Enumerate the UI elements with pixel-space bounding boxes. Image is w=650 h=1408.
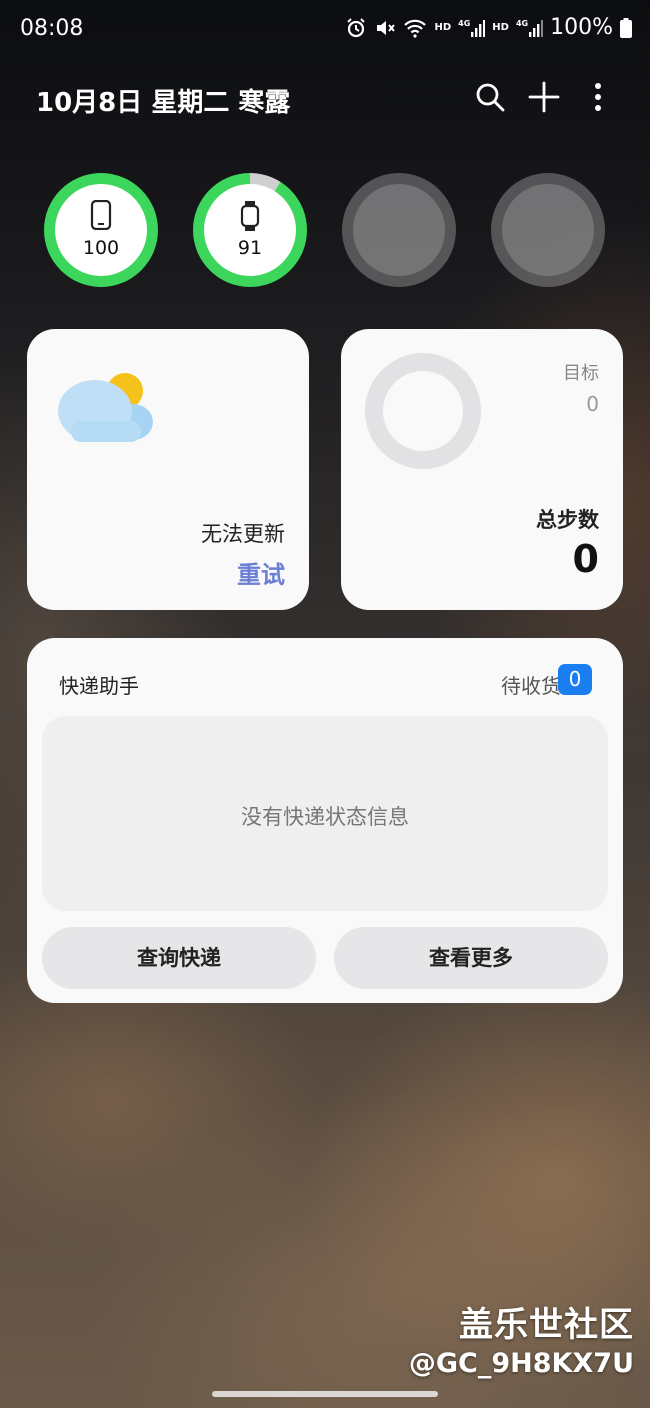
phone-icon — [90, 200, 112, 230]
device-battery-phone[interactable]: 100 — [44, 173, 158, 287]
wifi-icon — [404, 19, 427, 38]
device-battery-inner — [502, 184, 594, 276]
device-battery-empty-slot[interactable] — [342, 173, 456, 287]
express-empty-text: 没有快递状态信息 — [241, 805, 409, 829]
volte-hd-icon: HD — [434, 22, 452, 33]
alarm-icon — [347, 17, 366, 37]
device-battery-watch[interactable]: 91 — [193, 173, 307, 287]
search-button[interactable] — [474, 80, 506, 114]
date-label: 10月8日 星期二 寒露 — [36, 88, 291, 118]
view-more-button[interactable]: 查看更多 — [334, 927, 608, 989]
network-type-label: 4G — [458, 18, 471, 28]
watermark-user-id: @GC_9H8KX7U — [408, 1348, 634, 1379]
battery-icon — [620, 17, 632, 38]
status-bar: 08:08 HD 4G HD 4G 100% — [0, 0, 650, 62]
pending-delivery-label: 待收货 — [501, 674, 561, 698]
weather-widget[interactable]: 无法更新 重试 — [27, 329, 309, 610]
signal-4g-icon: 4G — [515, 18, 544, 37]
panel-header: 10月8日 星期二 寒露 — [36, 80, 614, 120]
signal-4g-icon: 4G — [458, 18, 486, 37]
watermark-community: 盖乐世社区 — [459, 1305, 634, 1345]
gesture-nav-handle[interactable] — [212, 1391, 438, 1397]
steps-goal-label: 目标 — [563, 363, 599, 384]
device-battery-inner — [353, 184, 445, 276]
add-widget-button[interactable] — [528, 80, 560, 114]
device-battery-value: 100 — [82, 237, 120, 259]
steps-goal-value: 0 — [586, 392, 599, 416]
status-time: 08:08 — [20, 16, 84, 41]
express-title: 快递助手 — [59, 674, 139, 698]
mute-icon — [377, 20, 396, 35]
weather-retry-button[interactable]: 重试 — [237, 555, 285, 590]
pending-count-badge: 0 — [558, 664, 592, 695]
battery-percent: 100% — [550, 15, 613, 40]
steps-widget[interactable]: 目标 0 总步数 0 — [341, 329, 623, 610]
device-battery-value: 91 — [237, 237, 263, 259]
steps-total-value: 0 — [572, 537, 599, 581]
plus-icon — [528, 81, 560, 113]
weather-status: 无法更新 — [201, 522, 285, 546]
steps-progress-ring — [365, 353, 481, 469]
more-options-button[interactable] — [582, 80, 614, 114]
device-battery-empty-slot[interactable] — [491, 173, 605, 287]
network-type-label: 4G — [515, 18, 529, 28]
volte-hd-icon: HD — [492, 22, 509, 33]
device-battery-inner — [55, 184, 147, 276]
query-express-button[interactable]: 查询快递 — [42, 927, 316, 989]
partly-cloudy-icon — [58, 373, 153, 442]
watch-icon — [240, 201, 260, 231]
steps-total-label: 总步数 — [536, 508, 599, 532]
express-empty-state: 没有快递状态信息 — [42, 716, 608, 911]
more-icon — [595, 83, 601, 111]
search-icon — [476, 83, 505, 112]
express-assistant-widget: 快递助手 待收货 0 没有快递状态信息 查询快递 查看更多 — [27, 638, 623, 1003]
